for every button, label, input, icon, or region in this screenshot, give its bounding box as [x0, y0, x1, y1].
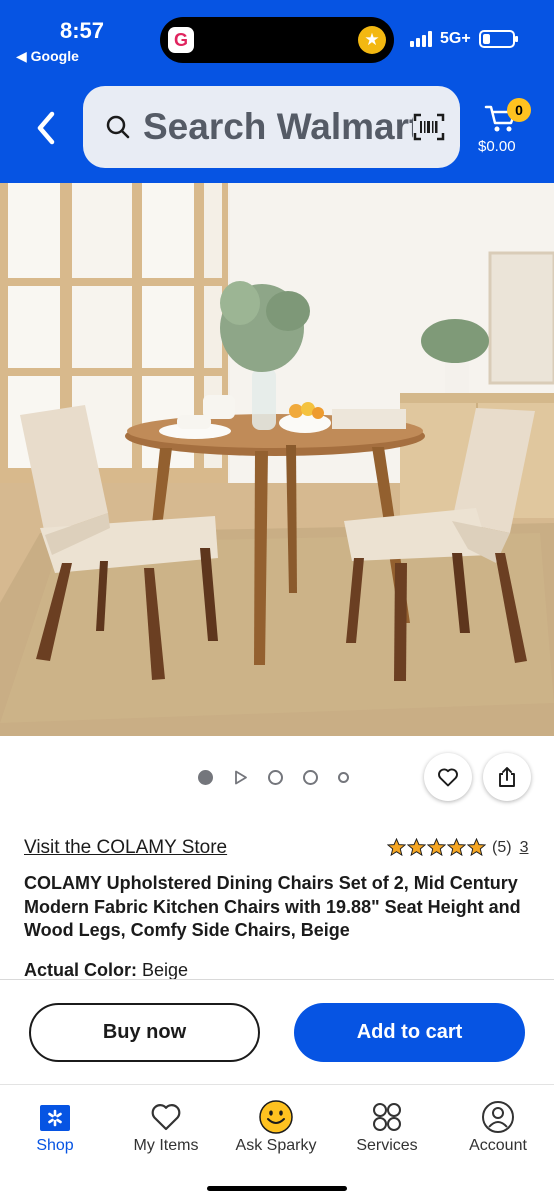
cart-count-badge: 0: [507, 98, 531, 122]
grid-circles-icon: [373, 1103, 401, 1131]
star-icon: [467, 838, 486, 857]
heart-icon: [151, 1104, 181, 1131]
chevron-left-icon: [37, 111, 55, 145]
store-link[interactable]: Visit the COLAMY Store: [24, 837, 227, 859]
star-rating: [387, 838, 486, 857]
nav-label: Shop: [36, 1137, 74, 1154]
favorite-button[interactable]: [424, 753, 472, 801]
carousel-dot[interactable]: [268, 769, 283, 785]
nav-label: My Items: [133, 1137, 199, 1154]
buy-now-button[interactable]: Buy now: [29, 1003, 260, 1062]
bottom-navigation: Shop My Items Ask Sparky Services Accoun…: [0, 1084, 554, 1200]
cart-button[interactable]: 0 $0.00: [476, 96, 536, 164]
search-input[interactable]: Search Walmart: [143, 106, 421, 148]
search-bar[interactable]: Search Walmart: [83, 86, 460, 168]
heart-icon: [438, 768, 458, 787]
carousel-dot[interactable]: [338, 771, 349, 783]
nav-label: Services: [356, 1137, 418, 1154]
star-icon: [447, 838, 466, 857]
back-to-app-link[interactable]: ◀ Google: [16, 48, 79, 65]
carousel-dot[interactable]: [303, 769, 318, 785]
add-to-cart-button[interactable]: Add to cart: [294, 1003, 525, 1062]
actual-color-label: Actual Color:: [24, 960, 138, 979]
dynamic-island: G ★: [160, 17, 394, 63]
smiley-icon: [259, 1100, 293, 1134]
nav-label: Ask Sparky: [235, 1137, 317, 1154]
app-badge-icon: G: [168, 27, 194, 53]
play-video-icon[interactable]: [233, 770, 248, 785]
user-icon: [482, 1101, 514, 1133]
review-count-link[interactable]: 3: [520, 839, 529, 857]
carousel-dot[interactable]: [198, 769, 213, 785]
nav-shop[interactable]: Shop: [0, 1099, 110, 1169]
status-time: 8:57: [60, 18, 105, 43]
star-icon: [407, 838, 426, 857]
rating-count: (5): [492, 838, 512, 856]
cart-total: $0.00: [478, 138, 516, 155]
barcode-scan-icon[interactable]: [413, 113, 445, 141]
spark-icon: [40, 1105, 70, 1131]
app-header: 8:57 ◀ Google G ★ 5G+ Search Walmart 0 $…: [0, 0, 554, 183]
dining-set-photo: [0, 183, 554, 736]
nav-ask-sparky[interactable]: Ask Sparky: [221, 1099, 331, 1169]
signal-icon: [410, 31, 432, 47]
share-icon: [499, 767, 515, 787]
star-icon: [427, 838, 446, 857]
nav-label: Account: [469, 1137, 527, 1154]
nav-my-items[interactable]: My Items: [111, 1099, 221, 1169]
search-icon: [106, 115, 130, 139]
nav-account[interactable]: Account: [443, 1099, 553, 1169]
actual-color-value: Beige: [142, 960, 189, 979]
rating-summary[interactable]: (5) 3: [387, 838, 528, 857]
purchase-action-bar: Buy now Add to cart: [0, 979, 554, 1084]
product-title: COLAMY Upholstered Dining Chairs Set of …: [24, 873, 521, 940]
back-button[interactable]: [30, 108, 62, 148]
nav-services[interactable]: Services: [332, 1099, 442, 1169]
status-indicators: 5G+: [410, 30, 518, 48]
actual-color: Actual Color: Beige: [24, 960, 188, 979]
battery-icon: [478, 30, 518, 48]
share-button[interactable]: [483, 753, 531, 801]
image-carousel-indicator[interactable]: [198, 766, 349, 788]
star-icon: [387, 838, 406, 857]
home-indicator: [207, 1186, 347, 1191]
product-image[interactable]: [0, 183, 554, 736]
star-badge-icon: ★: [358, 26, 386, 54]
network-label: 5G+: [440, 30, 471, 47]
